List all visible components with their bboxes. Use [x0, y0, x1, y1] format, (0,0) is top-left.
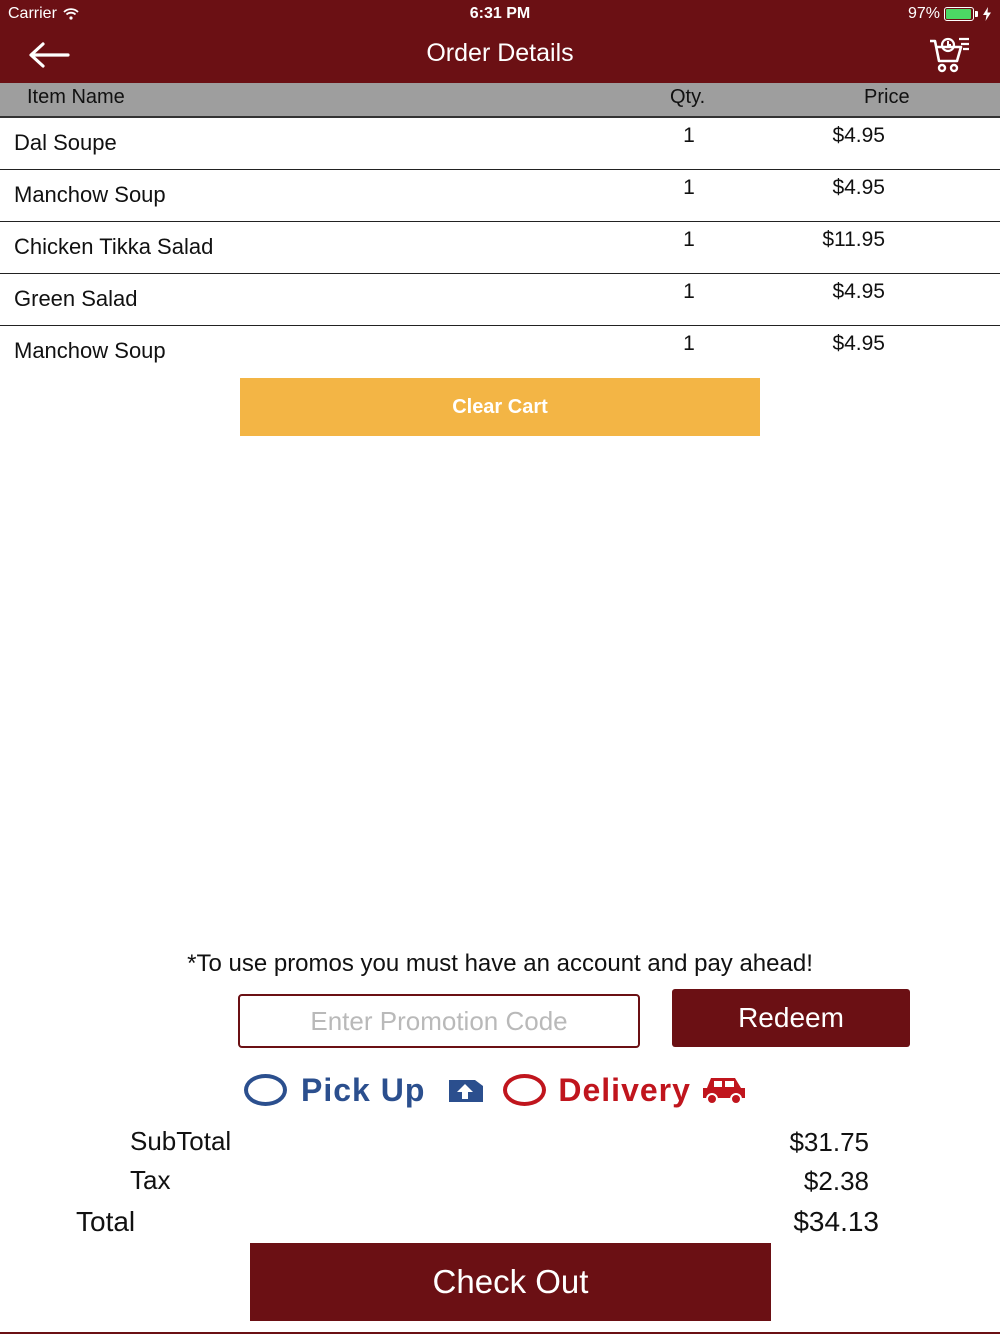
- item-name: Manchow Soup: [14, 338, 166, 363]
- item-qty: 1: [683, 280, 695, 303]
- item-name: Manchow Soup: [14, 182, 166, 207]
- subtotal-value: $31.75: [789, 1127, 869, 1157]
- status-bar: Carrier 6:31 PM 97%: [0, 0, 1000, 28]
- item-qty: 1: [683, 176, 695, 199]
- pickup-label[interactable]: Pick Up: [301, 1072, 425, 1109]
- clear-cart-button[interactable]: Clear Cart: [240, 378, 760, 436]
- table-header: Item Name Qty. Price: [0, 83, 1000, 118]
- pickup-radio[interactable]: [244, 1074, 287, 1106]
- cart-button[interactable]: [926, 34, 972, 76]
- car-icon: [702, 1078, 745, 1105]
- delivery-radio[interactable]: [503, 1074, 547, 1106]
- table-row[interactable]: Chicken Tikka Salad 1 $11.95: [0, 222, 1000, 274]
- item-name: Dal Soupe: [14, 130, 117, 155]
- order-type-options: Pick Up Delivery: [244, 1066, 747, 1114]
- battery-percent: 97%: [907, 5, 940, 22]
- item-price: $4.95: [832, 124, 885, 147]
- column-header-qty: Qty.: [670, 86, 706, 108]
- battery-indicator: 97%: [908, 5, 992, 23]
- battery-icon: [944, 7, 978, 21]
- column-header-price: Price: [864, 86, 910, 108]
- table-row[interactable]: Dal Soupe 1 $4.95: [0, 118, 1000, 170]
- title-bar: Order Details: [0, 28, 1000, 83]
- item-price: $4.95: [832, 332, 885, 355]
- promo-note: *To use promos you must have an account …: [187, 950, 813, 977]
- tax-label: Tax: [130, 1165, 171, 1195]
- item-price: $11.95: [822, 228, 885, 251]
- column-header-item-name: Item Name: [27, 86, 125, 108]
- promo-code-input[interactable]: [238, 994, 640, 1048]
- tax-value: $2.38: [803, 1166, 869, 1196]
- subtotal-label: SubTotal: [130, 1126, 232, 1156]
- item-qty: 1: [683, 228, 695, 251]
- item-qty: 1: [683, 124, 695, 147]
- app-header: Carrier 6:31 PM 97% Order Details: [0, 0, 1000, 83]
- table-row[interactable]: Green Salad 1 $4.95: [0, 274, 1000, 326]
- cart-icon: [930, 37, 969, 73]
- item-price: $4.95: [832, 176, 885, 199]
- charging-icon: [983, 7, 991, 21]
- item-qty: 1: [683, 332, 695, 355]
- total-value: $34.13: [793, 1206, 879, 1237]
- item-price: $4.95: [832, 280, 885, 303]
- pickup-icon: [449, 1080, 484, 1102]
- page-title: Order Details: [426, 39, 574, 67]
- item-name: Chicken Tikka Salad: [14, 234, 214, 259]
- checkout-button[interactable]: Check Out: [250, 1243, 771, 1321]
- table-row[interactable]: Manchow Soup 1 $4.95: [0, 170, 1000, 222]
- delivery-label[interactable]: Delivery: [558, 1072, 691, 1109]
- redeem-button[interactable]: Redeem: [672, 989, 910, 1047]
- status-time: 6:31 PM: [469, 5, 531, 22]
- item-name: Green Salad: [14, 286, 138, 311]
- table-row[interactable]: Manchow Soup 1 $4.95: [0, 326, 1000, 378]
- total-label: Total: [76, 1206, 136, 1237]
